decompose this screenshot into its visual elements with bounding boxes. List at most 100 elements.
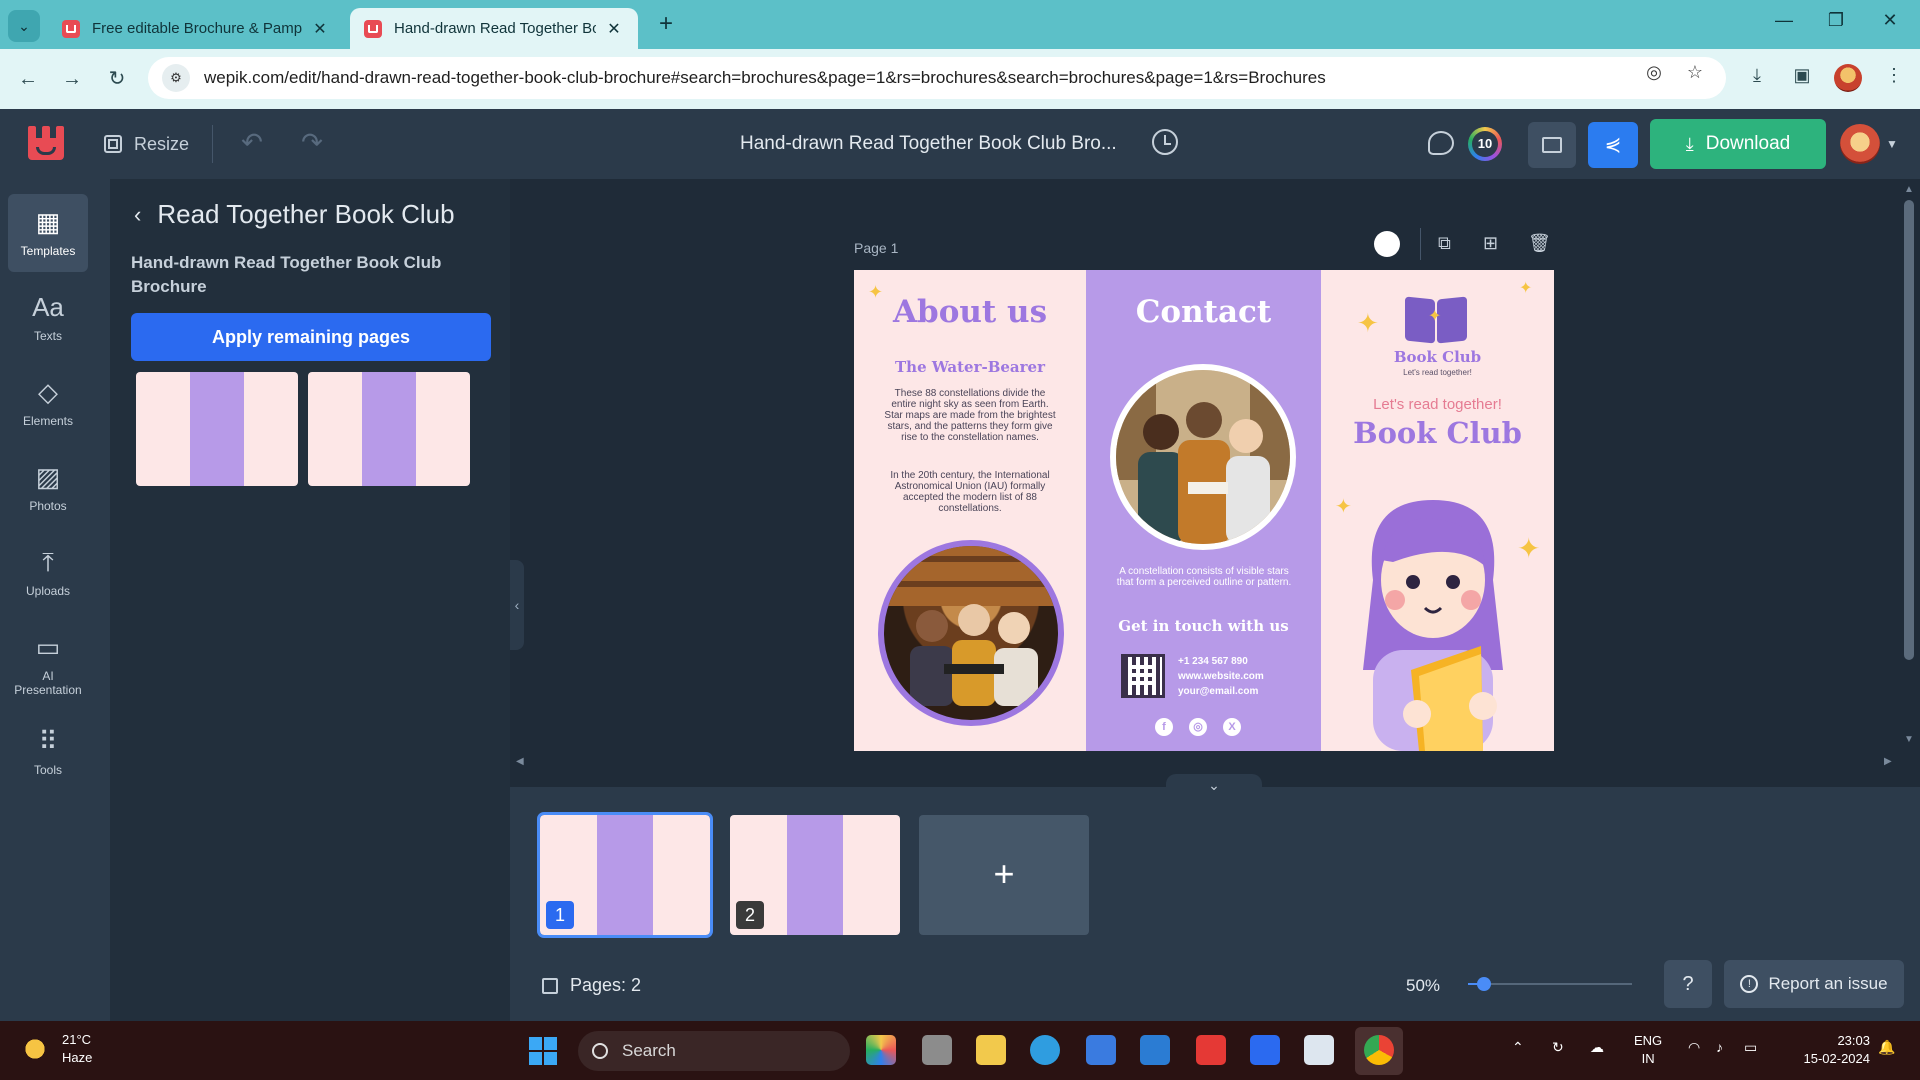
help-button[interactable]: ? [1664,960,1712,1008]
qr-code[interactable] [1121,654,1165,698]
page-thumb-1[interactable]: 1 [537,812,713,938]
edge-browser-icon[interactable] [1030,1035,1060,1065]
rail-item-tools[interactable]: ⠿ Tools [8,713,88,791]
notification-bell-icon[interactable]: 🔔 [1878,1039,1895,1056]
browser-tab-editor[interactable]: Hand-drawn Read Together Book Club Broch… [350,8,638,49]
back-arrow-icon[interactable]: ← [12,63,44,95]
download-button[interactable]: ⤓ Download [1650,119,1826,169]
contact-phone[interactable]: +1 234 567 890 [1178,656,1248,667]
site-info-icon[interactable]: ⚙ [162,64,190,92]
collapse-panel-handle[interactable]: ‹ [510,560,524,650]
chrome-icon[interactable] [1364,1035,1394,1065]
present-button[interactable] [1528,122,1576,168]
facebook-icon[interactable]: f [1155,718,1173,736]
instagram-icon[interactable]: ◎ [1189,718,1207,736]
chevron-down-icon[interactable]: ▼ [1886,137,1898,151]
chevron-up-icon[interactable]: ⌃ [1512,1039,1524,1056]
system-clock[interactable]: 23:03 15-02-2024 [1780,1032,1871,1068]
contact-heading[interactable]: Contact [1086,294,1321,330]
contact-email[interactable]: your@email.com [1178,686,1258,697]
rail-item-uploads[interactable]: ⤒ Uploads [8,534,88,612]
user-avatar[interactable] [1840,124,1880,164]
about-heading[interactable]: About us [854,294,1086,330]
wifi-icon[interactable]: ◠ [1688,1039,1700,1056]
cover-tagline[interactable]: Let's read together! [1321,396,1554,413]
logo-tagline[interactable]: Let's read together! [1321,368,1554,377]
minimize-button[interactable]: — [1764,10,1804,31]
history-icon[interactable] [1152,129,1178,155]
cover-title[interactable]: Book Club [1321,416,1554,450]
battery-icon[interactable]: ▭ [1744,1039,1757,1056]
document-title[interactable]: Hand-drawn Read Together Book Club Bro..… [740,133,1120,155]
template-page-thumb-2[interactable] [308,372,470,486]
bookmark-star-icon[interactable]: ☆ [1681,62,1709,83]
rail-item-photos[interactable]: ▨ Photos [8,449,88,527]
scroll-left-arrow[interactable]: ◀ [516,756,524,767]
brochure-panel-cover[interactable]: ✦ ✦ ✦ Book Club Let's read together! Let… [1321,270,1554,751]
profile-avatar[interactable] [1834,64,1862,92]
redo-icon[interactable]: ↷ [296,127,328,158]
taskbar-search[interactable]: Search [578,1031,850,1071]
book-logo-icon[interactable]: ✦ [1403,296,1469,346]
panel-back-button[interactable]: ‹ Read Together Book Club [134,199,455,230]
forward-arrow-icon[interactable]: → [56,63,88,95]
file-manager-icon[interactable] [922,1035,952,1065]
scroll-down-arrow[interactable]: ▼ [1904,734,1914,745]
rail-item-ai-presentation[interactable]: ▭ AI Presentation [8,619,88,711]
reload-icon[interactable]: ↻ [101,63,133,95]
url-text[interactable]: wepik.com/edit/hand-drawn-read-together-… [204,68,1726,88]
report-issue-button[interactable]: ! Report an issue [1724,960,1904,1008]
readers-photo[interactable] [878,540,1064,726]
contact-website[interactable]: www.website.com [1178,671,1264,682]
restore-button[interactable]: ❐ [1816,10,1856,31]
palette-icon[interactable] [1428,131,1454,155]
x-twitter-icon[interactable]: X [1223,718,1241,736]
page-background-color[interactable] [1374,231,1400,257]
brochure-page[interactable]: ✦ About us The Water-Bearer These 88 con… [854,270,1554,751]
delete-page-icon[interactable]: 🗑 [1528,233,1551,254]
rail-item-elements[interactable]: ◇ Elements [8,364,88,442]
volume-icon[interactable]: ♪ [1716,1039,1723,1055]
url-bar[interactable]: ⚙ wepik.com/edit/hand-drawn-read-togethe… [148,57,1726,99]
onedrive-icon[interactable]: ☁ [1590,1039,1604,1056]
brochure-panel-contact[interactable]: Contact A constellation consists of visi… [1086,270,1321,751]
contact-paragraph[interactable]: A constellation consists of visible star… [1110,566,1298,588]
new-tab-button[interactable]: + [652,10,680,38]
share-button[interactable]: ⋞ [1588,122,1638,168]
about-paragraph-2[interactable]: In the 20th century, the International A… [882,470,1058,514]
page-thumb-2[interactable]: 2 [730,815,900,935]
scroll-right-arrow[interactable]: ▶ [1884,756,1892,767]
apply-remaining-pages-button[interactable]: Apply remaining pages [131,313,491,361]
app-icon[interactable] [1250,1035,1280,1065]
add-page-icon[interactable]: ⊞ [1483,233,1498,254]
undo-icon[interactable]: ↶ [236,127,268,158]
about-paragraph-1[interactable]: These 88 constellations divide the entir… [882,388,1058,443]
sync-icon[interactable]: ↻ [1552,1039,1564,1056]
browser-tab-brochures[interactable]: Free editable Brochure & Pamphlet templa… [48,8,344,49]
brochure-panel-about[interactable]: ✦ About us The Water-Bearer These 88 con… [854,270,1086,751]
chevron-down-icon[interactable]: ⌄ [1166,774,1262,794]
add-page-button[interactable]: + [919,815,1089,935]
menu-kebab-icon[interactable]: ⋮ [1879,65,1909,95]
side-panel-icon[interactable]: ▣ [1787,65,1817,95]
template-page-thumb-1[interactable] [136,372,298,486]
rail-item-texts[interactable]: Aa Texts [8,279,88,357]
get-in-touch-heading[interactable]: Get in touch with us [1086,617,1321,635]
language-indicator[interactable]: ENG IN [1634,1032,1662,1068]
about-subheading[interactable]: The Water-Bearer [854,358,1086,376]
close-icon[interactable]: ✕ [310,19,330,39]
eye-off-icon[interactable]: ◎ [1640,62,1668,83]
folder-icon[interactable] [976,1035,1006,1065]
copilot-icon[interactable] [866,1035,896,1065]
pages-count[interactable]: Pages: 2 [542,975,641,996]
weather-widget[interactable]: 21°C Haze [20,1031,92,1067]
credits-badge[interactable]: 10 [1468,127,1502,161]
notepad-icon[interactable] [1304,1035,1334,1065]
resize-button[interactable]: Resize [104,129,189,159]
rail-item-templates[interactable]: ▦ Templates [8,194,88,272]
vscode-icon[interactable] [1140,1035,1170,1065]
tab-search-icon[interactable]: ⌄ [8,10,40,42]
wepik-logo-icon[interactable] [28,126,64,160]
download-icon[interactable]: ⤓ [1742,65,1772,95]
zoom-slider[interactable] [1468,977,1632,991]
